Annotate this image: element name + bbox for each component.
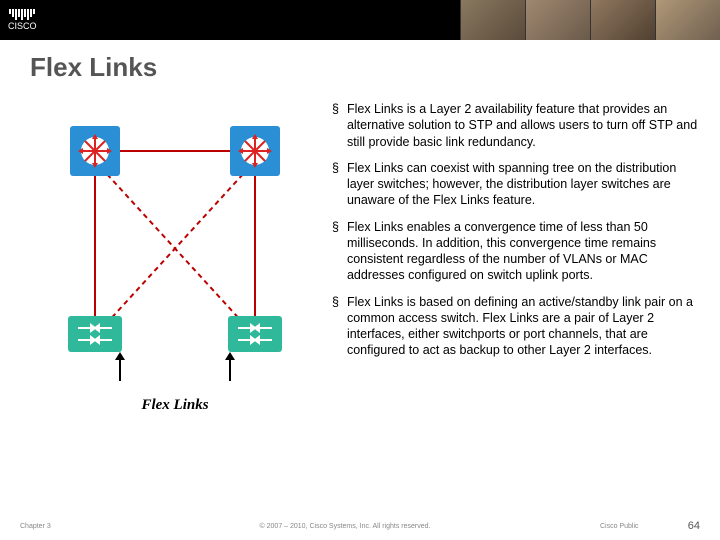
public-label: Cisco Public: [590, 523, 670, 530]
copyright-text: © 2007 – 2010, Cisco Systems, Inc. All r…: [100, 523, 590, 530]
diagram-caption: Flex Links: [30, 397, 320, 414]
header-bar: CISCO: [0, 0, 720, 40]
content-area: Flex Links Flex Links is a Layer 2 avail…: [0, 83, 720, 414]
list-item: Flex Links is based on defining an activ…: [332, 294, 700, 359]
flex-links-topology-icon: [30, 106, 320, 386]
page-number: 64: [670, 520, 700, 532]
cisco-logo: CISCO: [8, 9, 37, 31]
page-title: Flex Links: [30, 52, 720, 83]
footer: Chapter 3 © 2007 – 2010, Cisco Systems, …: [0, 520, 720, 532]
list-item: Flex Links can coexist with spanning tre…: [332, 160, 700, 209]
list-item: Flex Links enables a convergence time of…: [332, 219, 700, 284]
header-photo-strip: [460, 0, 720, 40]
network-diagram: Flex Links: [30, 101, 320, 414]
bullet-list: Flex Links is a Layer 2 availability fea…: [332, 101, 700, 414]
list-item: Flex Links is a Layer 2 availability fea…: [332, 101, 700, 150]
chapter-label: Chapter 3: [20, 523, 100, 530]
logo-text: CISCO: [8, 21, 37, 31]
